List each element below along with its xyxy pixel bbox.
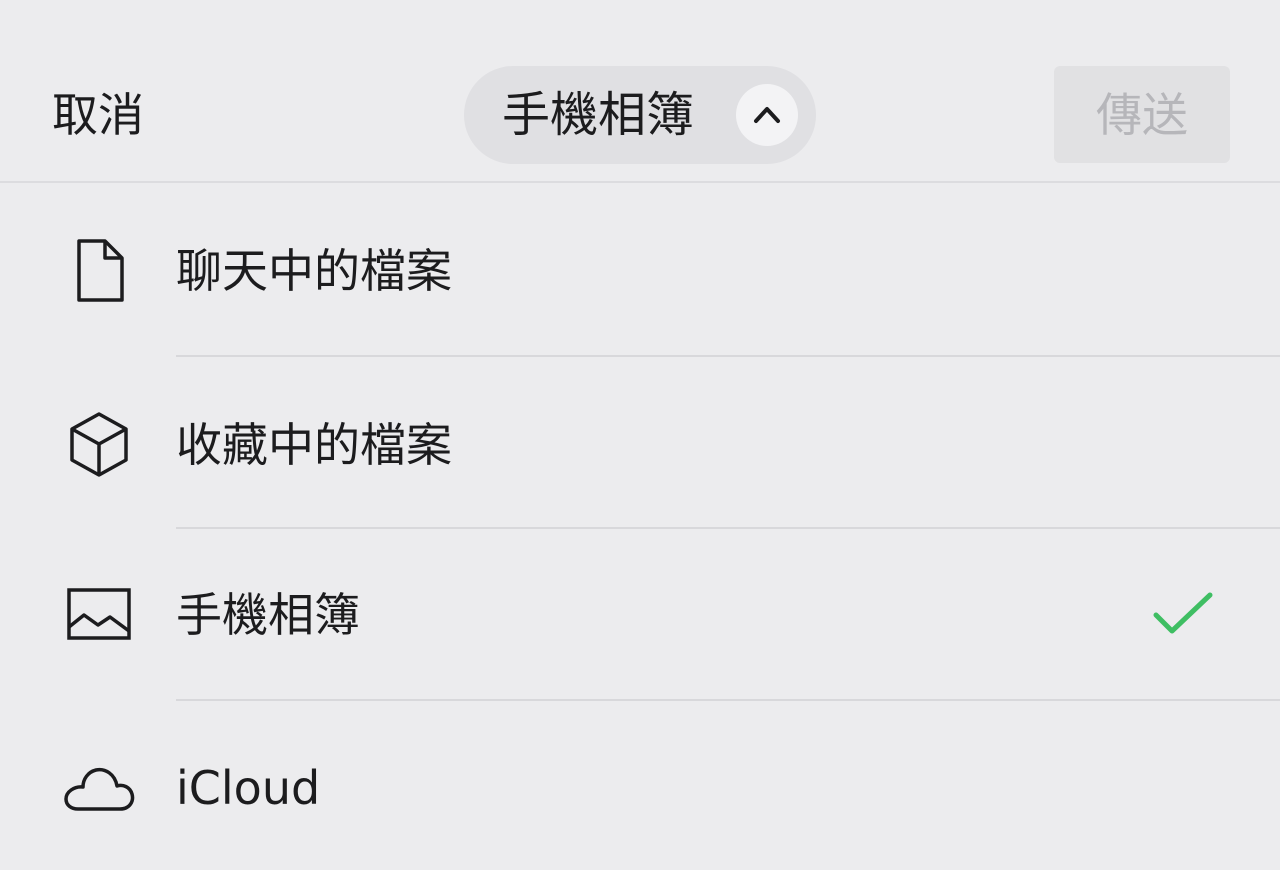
menu-item-label: 聊天中的檔案 xyxy=(176,244,452,298)
cloud-icon xyxy=(60,761,140,821)
sheet-header: 取消 手機相簿 傳送 xyxy=(0,0,1280,183)
source-picker-sheet: 取消 手機相簿 傳送 聊天中的檔案 收藏中的檔案 手機相簿 iCloud xyxy=(0,0,1280,870)
source-dropdown[interactable]: 手機相簿 xyxy=(464,66,816,164)
photo-icon xyxy=(60,587,140,647)
menu-item-label: iCloud xyxy=(176,761,321,815)
checkmark-icon xyxy=(1150,589,1216,643)
menu-item-chat-files[interactable]: 聊天中的檔案 xyxy=(0,185,1280,357)
document-icon xyxy=(60,238,140,308)
chevron-up-icon xyxy=(736,84,798,146)
source-dropdown-label: 手機相簿 xyxy=(502,87,695,143)
send-button[interactable]: 傳送 xyxy=(1054,66,1230,163)
menu-item-phone-album[interactable]: 手機相簿 xyxy=(0,529,1280,701)
menu-item-label: 手機相簿 xyxy=(176,588,360,642)
menu-item-icloud[interactable]: iCloud xyxy=(0,701,1280,870)
send-button-label: 傳送 xyxy=(1096,88,1188,142)
menu-item-label: 收藏中的檔案 xyxy=(176,418,452,472)
cancel-button[interactable]: 取消 xyxy=(52,84,144,146)
menu-item-favorite-files[interactable]: 收藏中的檔案 xyxy=(0,357,1280,529)
cube-icon xyxy=(60,411,140,481)
